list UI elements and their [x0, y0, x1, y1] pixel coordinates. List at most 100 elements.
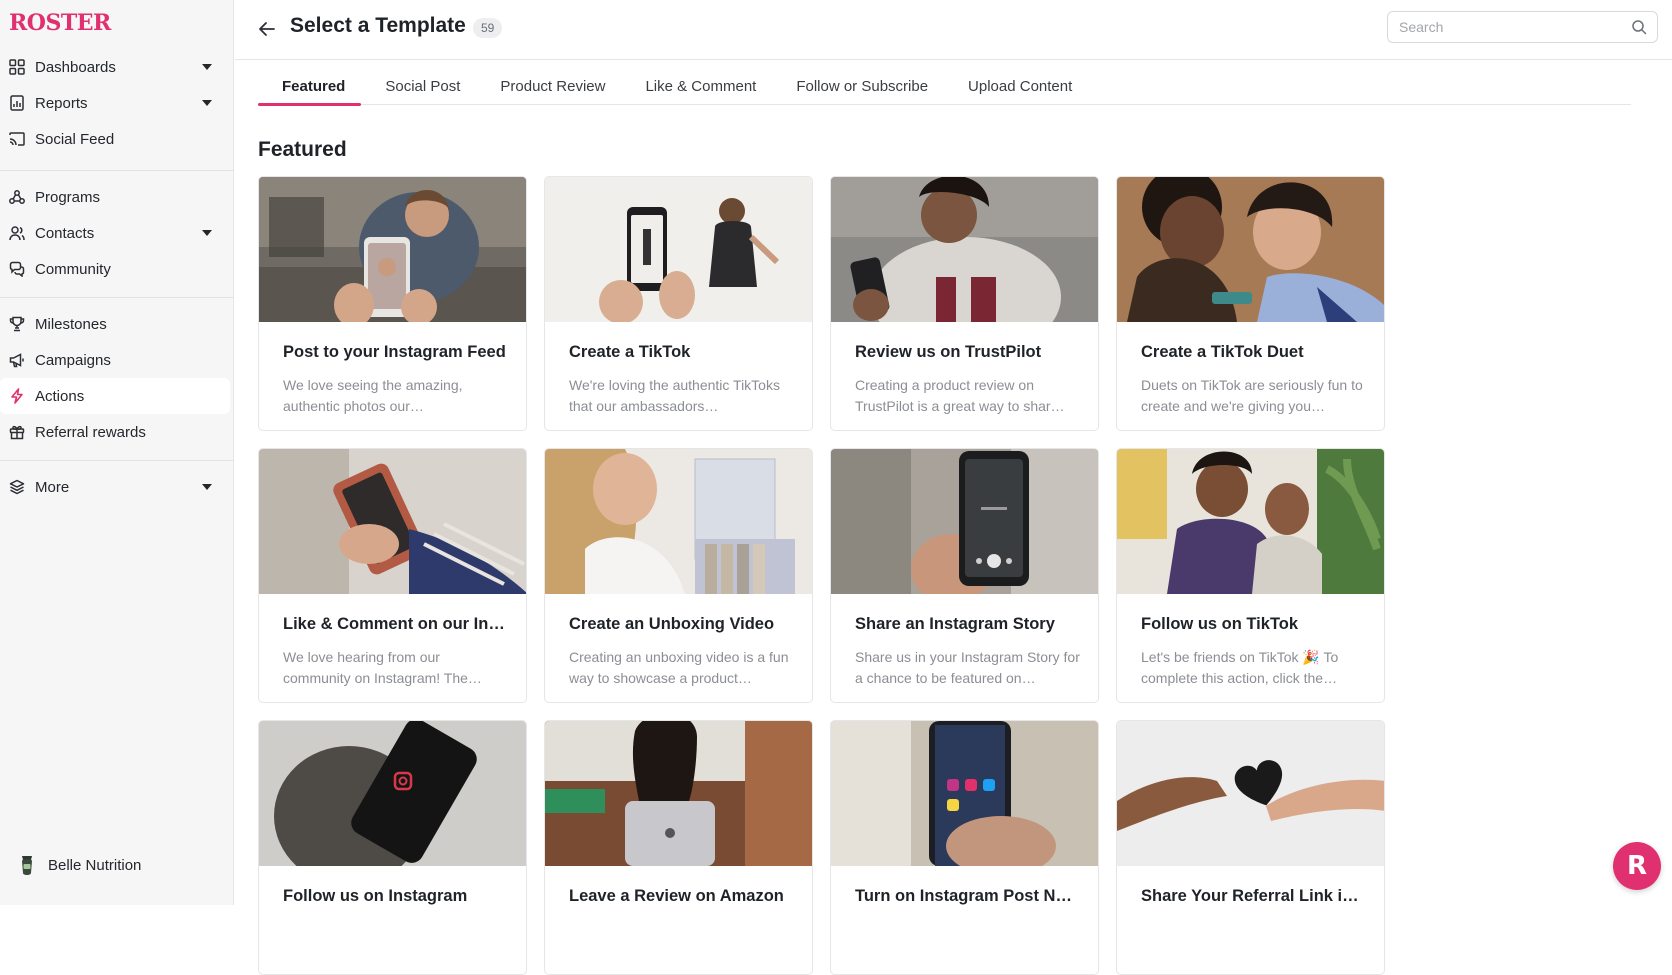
search-box [1387, 11, 1658, 43]
template-title: Create a TikTok [569, 343, 691, 361]
sidebar-item-label: Contacts [35, 224, 95, 242]
sidebar-item-dashboards[interactable]: Dashboards [0, 49, 234, 85]
template-description [283, 919, 509, 961]
template-title: Follow us on Instagram [283, 887, 468, 905]
megaphone-icon [8, 351, 26, 369]
template-count-badge: 59 [473, 18, 503, 38]
nav-group-more: More [0, 469, 234, 505]
template-description: Creating a product review on TrustPilot … [855, 377, 1065, 414]
template-image [831, 177, 1098, 322]
tab-social-post[interactable]: Social Post [361, 74, 476, 105]
sidebar-item-referral-rewards[interactable]: Referral rewards [0, 414, 234, 450]
sidebar-item-reports[interactable]: Reports [0, 85, 234, 121]
tab-featured[interactable]: Featured [258, 74, 362, 106]
template-card[interactable]: Follow us on TikTok Let's be friends on … [1116, 448, 1385, 703]
tab-product-review[interactable]: Product Review [476, 74, 621, 105]
layers-icon [8, 478, 26, 496]
sidebar-item-label: More [35, 478, 70, 496]
template-card[interactable]: Review us on TrustPilot Creating a produ… [830, 176, 1099, 431]
sidebar-item-social-feed[interactable]: Social Feed [0, 121, 234, 157]
page-header: Select a Template 59 [235, 0, 1672, 60]
template-image [831, 721, 1098, 866]
template-title: Turn on Instagram Post No… [855, 887, 1081, 905]
template-card[interactable]: Share an Instagram Story Share us in you… [830, 448, 1099, 703]
template-card[interactable]: Share Your Referral Link in … [1116, 720, 1385, 975]
template-description [1141, 919, 1367, 961]
template-card[interactable]: Like & Comment on our Ins… We love heari… [258, 448, 527, 703]
sidebar-item-actions[interactable]: Actions [0, 378, 230, 414]
search-input[interactable] [1388, 12, 1618, 42]
fab-label: R [1626, 851, 1648, 881]
template-image [1117, 449, 1384, 594]
sidebar-item-label: Social Feed [35, 130, 115, 148]
sidebar-item-contacts[interactable]: Contacts [0, 215, 234, 251]
roster-logo[interactable]: ROSTER [9, 10, 111, 36]
template-image [545, 449, 812, 594]
template-card[interactable]: Create an Unboxing Video Creating an unb… [544, 448, 813, 703]
sidebar-divider [0, 460, 234, 461]
bolt-icon [8, 387, 26, 405]
template-title: Share an Instagram Story [855, 615, 1055, 633]
template-title: Follow us on TikTok [1141, 615, 1299, 633]
template-description: We love hearing from our community on In… [283, 649, 482, 686]
page-title: Select a Template [290, 14, 466, 37]
template-title: Create an Unboxing Video [569, 615, 775, 633]
sidebar-item-community[interactable]: Community [0, 251, 234, 287]
sidebar-item-label: Dashboards [35, 58, 116, 76]
template-description: We love seeing the amazing, authentic ph… [283, 377, 463, 414]
template-description: Share us in your Instagram Story for a c… [855, 649, 1080, 686]
nav-group-engage: Milestones Campaigns Actions Referral re… [0, 306, 234, 450]
template-image [545, 721, 812, 866]
search-icon[interactable] [1631, 19, 1647, 40]
sidebar-divider [0, 170, 234, 171]
report-icon [8, 94, 26, 112]
workspace-name: Belle Nutrition [48, 856, 142, 874]
back-button[interactable] [255, 17, 279, 41]
template-image [831, 449, 1098, 594]
sidebar-item-label: Actions [35, 387, 85, 405]
sidebar-item-label: Community [35, 260, 111, 278]
chevron-down-icon[interactable] [202, 64, 212, 70]
template-title: Post to your Instagram Feed [283, 343, 506, 361]
template-image [259, 177, 526, 322]
sidebar-item-milestones[interactable]: Milestones [0, 306, 234, 342]
chevron-down-icon[interactable] [202, 230, 212, 236]
template-card[interactable]: Turn on Instagram Post No… [830, 720, 1099, 975]
template-card[interactable]: Follow us on Instagram [258, 720, 527, 975]
template-image [545, 177, 812, 322]
template-image [1117, 721, 1384, 866]
tab-upload-content[interactable]: Upload Content [944, 74, 1088, 105]
sidebar-item-label: Programs [35, 188, 101, 206]
chevron-down-icon[interactable] [202, 100, 212, 106]
sidebar: ROSTER Dashboards Reports Social Feed Pr… [0, 0, 234, 905]
template-description: We're loving the authentic TikToks that … [569, 377, 780, 414]
sidebar-item-campaigns[interactable]: Campaigns [0, 342, 234, 378]
template-title: Share Your Referral Link in … [1141, 887, 1367, 905]
template-card[interactable]: Leave a Review on Amazon [544, 720, 813, 975]
nav-group-community: Programs Contacts Community [0, 179, 234, 287]
template-title: Create a TikTok Duet [1141, 343, 1304, 361]
nav-group-primary: Dashboards Reports Social Feed [0, 49, 234, 157]
template-card[interactable]: Post to your Instagram Feed We love seei… [258, 176, 527, 431]
template-image [1117, 177, 1384, 322]
contacts-icon [8, 224, 26, 242]
template-title: Review us on TrustPilot [855, 343, 1042, 361]
chat-icon [8, 260, 26, 278]
chevron-down-icon[interactable] [202, 484, 212, 490]
template-card[interactable]: Create a TikTok Duet Duets on TikTok are… [1116, 176, 1385, 431]
arrow-left-icon [259, 22, 275, 36]
section-title: Featured [258, 138, 347, 161]
template-title: Leave a Review on Amazon [569, 887, 784, 905]
workspace-switcher[interactable]: Belle Nutrition [16, 854, 141, 876]
sidebar-item-more[interactable]: More [0, 469, 234, 505]
template-description [855, 919, 1081, 961]
tab-follow-subscribe[interactable]: Follow or Subscribe [772, 74, 944, 105]
tab-like-comment[interactable]: Like & Comment [621, 74, 772, 105]
sidebar-item-programs[interactable]: Programs [0, 179, 234, 215]
sidebar-item-label: Referral rewards [35, 423, 146, 441]
roster-help-button[interactable]: R [1613, 842, 1661, 890]
template-card[interactable]: Create a TikTok We're loving the authent… [544, 176, 813, 431]
template-description: Creating an unboxing video is a fun way … [569, 649, 789, 686]
template-description [569, 919, 795, 961]
template-description: Duets on TikTok are seriously fun to cre… [1141, 377, 1363, 414]
